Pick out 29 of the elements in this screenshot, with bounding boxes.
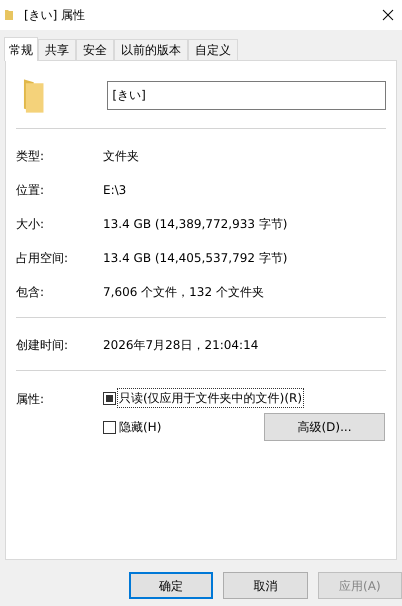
field-value: 文件夹 <box>103 148 139 165</box>
tab[interactable]: 共享 <box>38 39 76 60</box>
tab[interactable]: 以前的版本 <box>114 39 188 60</box>
field-value: 13.4 GB (14,389,772,933 字节) <box>103 216 288 233</box>
field-label: 类型: <box>16 148 46 165</box>
field-value: E:\3 <box>103 182 126 199</box>
checkbox[interactable] <box>103 420 116 434</box>
close-icon[interactable] <box>382 9 394 21</box>
tab[interactable]: 安全 <box>76 39 114 60</box>
folder-icon <box>4 9 14 21</box>
field-label: 占用空间: <box>16 250 70 267</box>
checkbox[interactable] <box>103 392 116 404</box>
advanced-button[interactable]: 高级(D)... <box>264 413 385 441</box>
checkbox-label[interactable]: 隐藏(H) <box>118 418 162 436</box>
checkbox-label[interactable]: 只读(仅应用于文件夹中的文件)(R) <box>118 389 304 407</box>
field-label: 大小: <box>16 216 46 233</box>
field-value: 13.4 GB (14,405,537,792 字节) <box>103 250 288 267</box>
tab[interactable]: 常规 <box>4 37 38 61</box>
field-label: 创建时间: <box>16 337 70 354</box>
name-field[interactable]: [きい] <box>107 80 386 110</box>
tab[interactable]: 自定义 <box>188 39 238 60</box>
field-label: 位置: <box>16 182 46 199</box>
dialog-button[interactable]: 取消 <box>223 572 308 599</box>
window-title: [きい] 属性 <box>24 7 86 24</box>
field-value: 7,606 个文件，132 个文件夹 <box>103 284 264 301</box>
field-label: 包含: <box>16 284 46 301</box>
field-value: 2026年7月28日，21:04:14 <box>103 337 258 354</box>
field-label: 属性: <box>16 391 46 408</box>
dialog-button[interactable]: 确定 <box>129 572 214 599</box>
